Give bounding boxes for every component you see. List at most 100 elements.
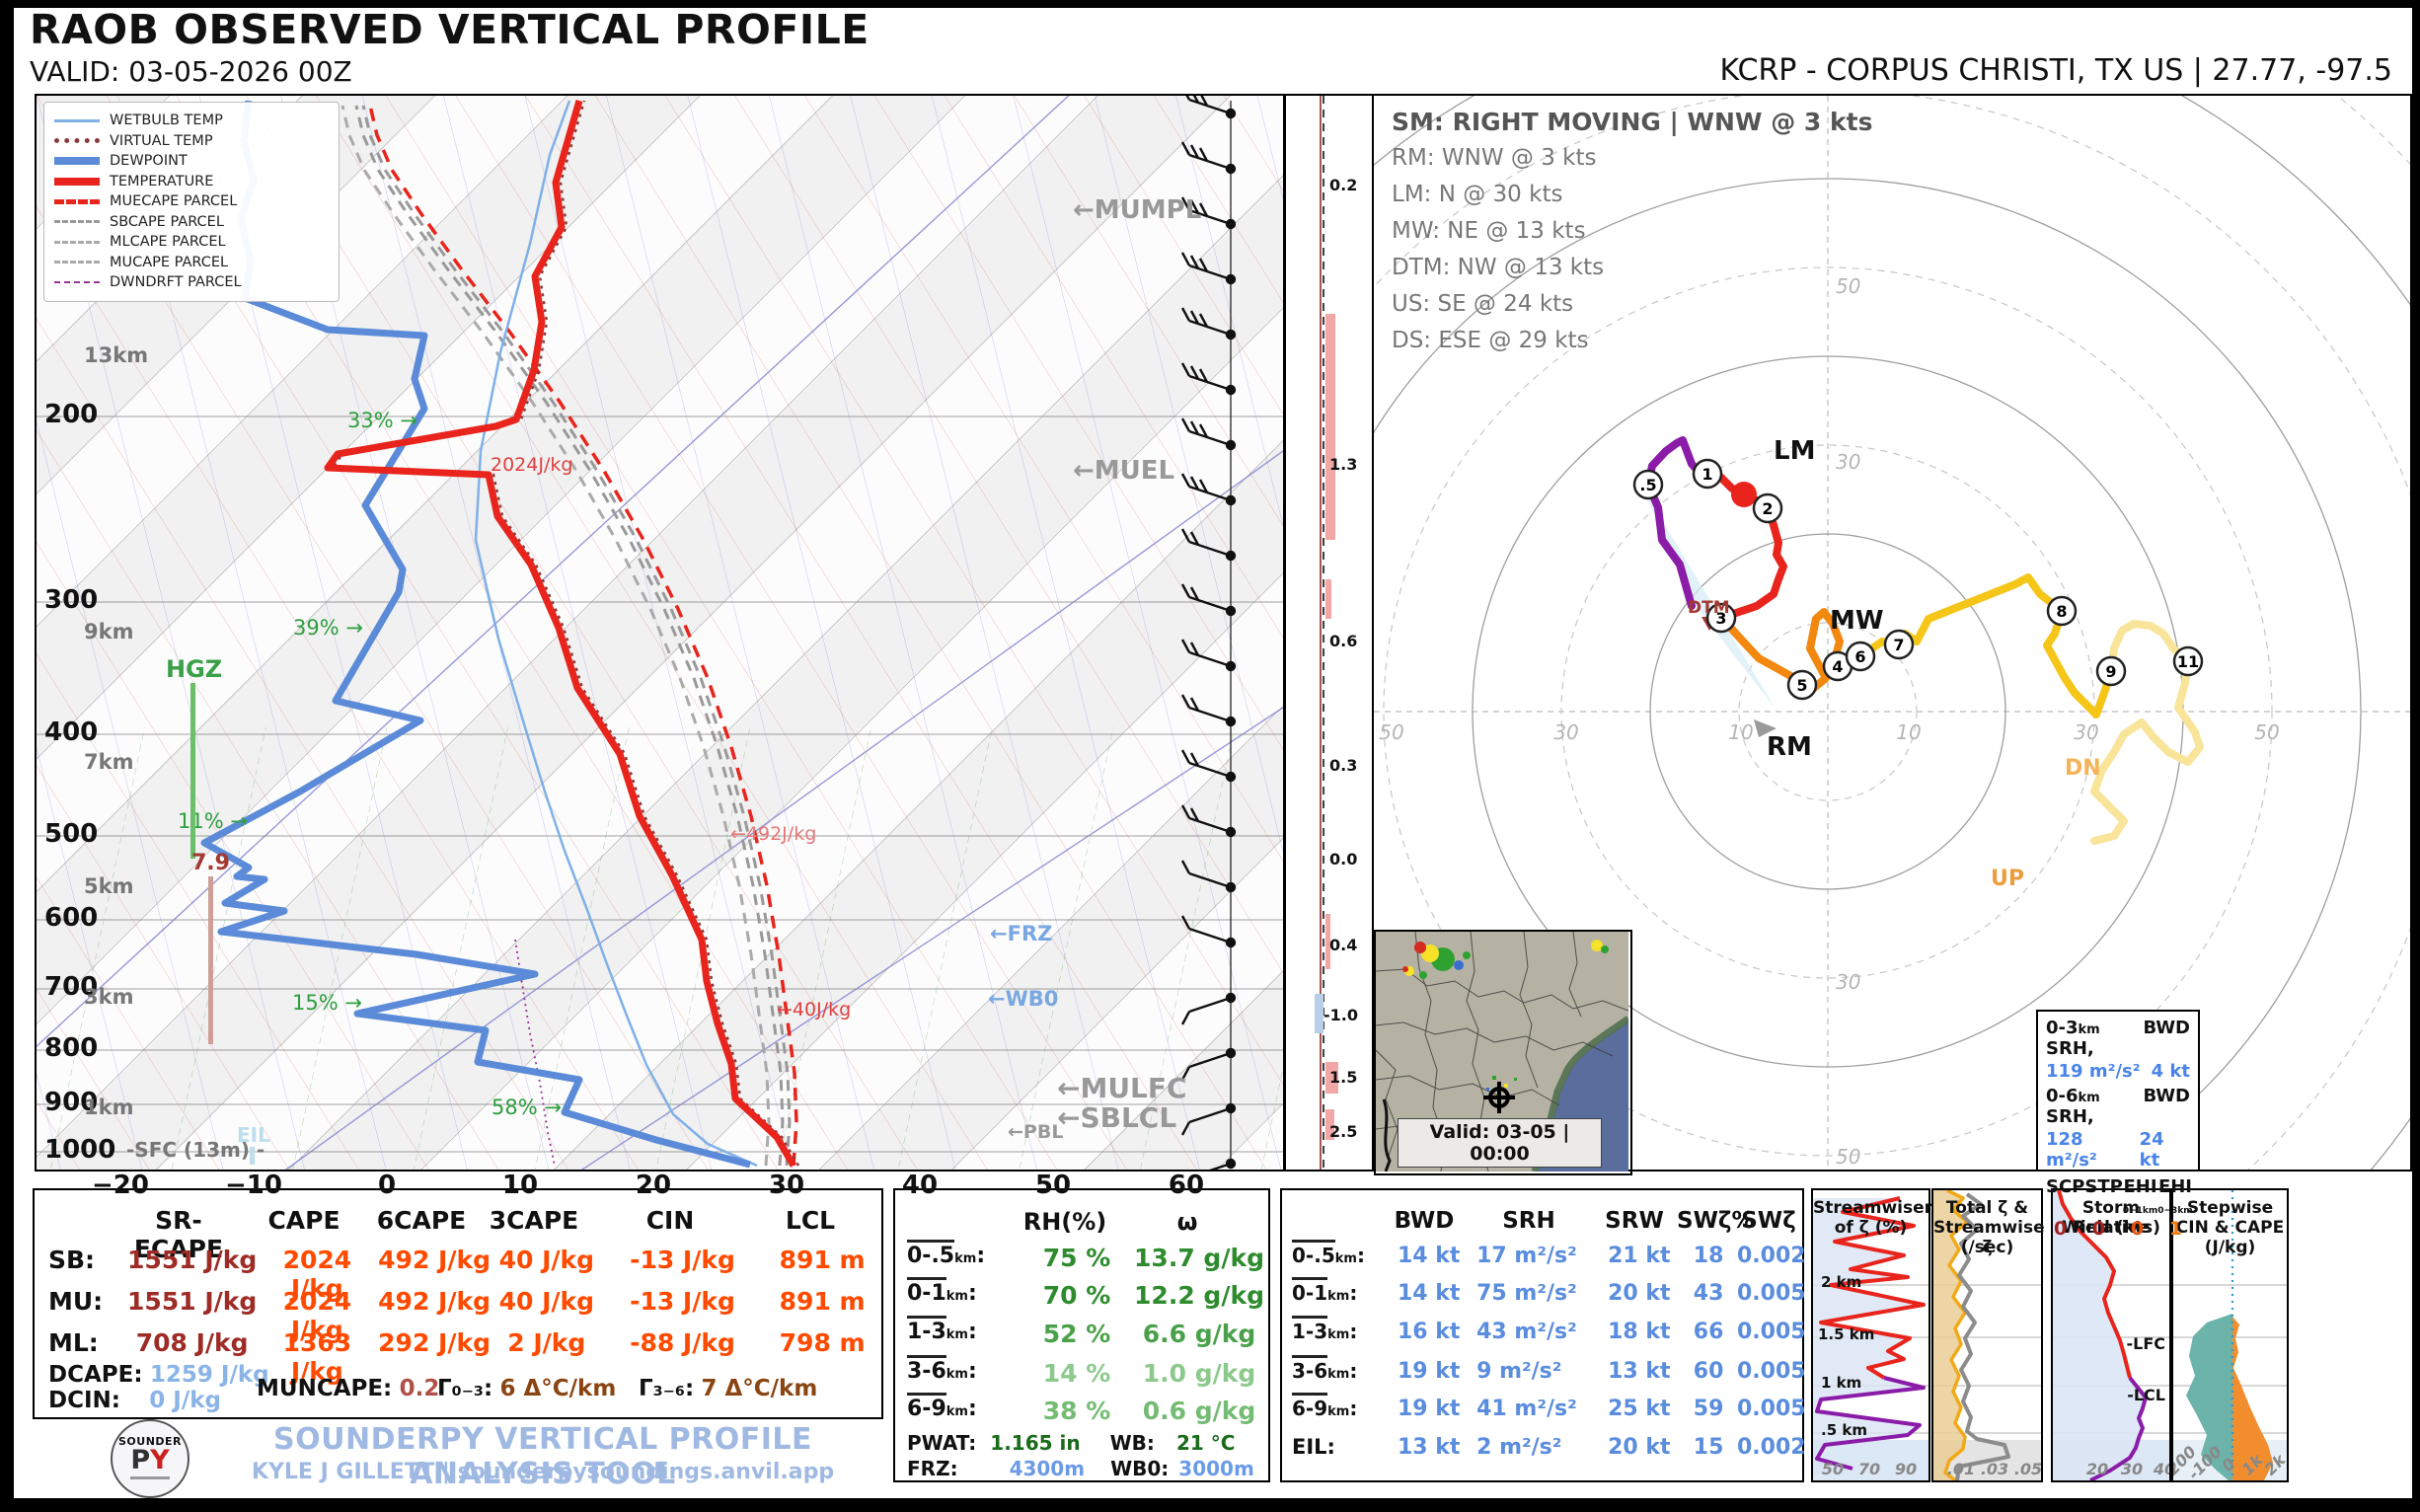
- x-tick: 50: [1822, 1460, 1844, 1478]
- legend-row: SBCAPE PARCEL: [54, 212, 329, 233]
- frz-row: FRZ: 4300m WB0: 3000m: [895, 1457, 1268, 1480]
- mumpl-label: ←MUMPL: [1073, 195, 1202, 225]
- omega-tick: 1.3: [1329, 455, 1358, 474]
- legend-label: TEMPERATURE: [110, 173, 214, 189]
- rh-annotation: 39% →: [293, 616, 363, 640]
- motion-line: US: SE @ 24 kts: [1392, 291, 1574, 317]
- sbcape-line-icon: [54, 220, 100, 224]
- thermo-table: SR-ECAPE CAPE 6CAPE 3CAPE CIN LCL SB: 15…: [33, 1188, 883, 1419]
- pwat-row: PWAT: 1.165 in WB: 21 °C: [895, 1431, 1268, 1455]
- cell: 43 m²/s²: [1476, 1320, 1577, 1344]
- motion-line: DTM: NW @ 13 kts: [1392, 255, 1605, 280]
- ring-label: 30: [1553, 720, 1578, 744]
- dcape-annotation: ←40J/kg: [777, 999, 852, 1021]
- legend-label: VIRTUAL TEMP: [110, 132, 213, 149]
- col-header: SWζ: [1741, 1208, 1796, 1234]
- legend-row: MUECAPE PARCEL: [54, 191, 329, 212]
- legend-label: MUCAPE PARCEL: [110, 254, 229, 270]
- rm-label: RM: [1767, 732, 1812, 762]
- legend-label: WETBULB TEMP: [110, 113, 223, 129]
- bwd-03-label: BWD: [2143, 1018, 2190, 1038]
- height-label: 3km: [84, 985, 134, 1009]
- pressure-tick: 800: [44, 1033, 99, 1063]
- srh-info-box: 0-3km SRH, BWD 119 m²/s² 4 kt 0-6km SRH, …: [2036, 1010, 2200, 1240]
- temp-tick: 30: [768, 1171, 805, 1200]
- rh-annotation: 11% →: [178, 809, 248, 833]
- pressure-tick: 200: [44, 400, 99, 429]
- srh-row-label: 0-6km SRH, BWD: [2046, 1086, 2190, 1127]
- station-title: KCRP - CORPUS CHRISTI, TX US | 27.77, -9…: [1719, 53, 2392, 88]
- height-marker: 4: [1832, 657, 1843, 676]
- map-valid-badge: Valid: 03-05 | 00:00: [1398, 1118, 1602, 1168]
- skewt-panel: WETBULB TEMP VIRTUAL TEMP DEWPOINT TEMPE…: [0, 45, 1285, 1191]
- composite-values: 0 0 0 1: [2046, 1218, 2190, 1240]
- mulfc-label: ←MULFC: [1057, 1072, 1187, 1104]
- height-label: 13km: [84, 343, 149, 367]
- hgz-label: HGZ: [166, 655, 223, 683]
- rh-value: 75 %: [1042, 1244, 1111, 1272]
- rh-header-row: RH(%) ω: [895, 1208, 1268, 1236]
- dcape-line: DCAPE: 1259 J/kg: [48, 1362, 269, 1388]
- sm-line: SM: RIGHT MOVING | WNW @ 3 kts: [1392, 108, 1873, 136]
- bwd-03-value: 4 kt: [2151, 1061, 2190, 1082]
- cell: 59: [1693, 1397, 1724, 1421]
- height-marker: 7: [1893, 636, 1904, 654]
- ring-label: 50: [1836, 1145, 1860, 1169]
- ring-label: 10: [1896, 720, 1921, 744]
- dewpoint-line-icon: [54, 157, 100, 166]
- ring-label: 30: [1836, 450, 1860, 474]
- valid-time: VALID: 03-05-2026 00Z: [30, 55, 352, 88]
- kin-row: 0-.5km: 14 kt 17 m²/s² 21 kt 18 0.002: [1282, 1240, 1806, 1268]
- dcin-line: DCIN: 0 J/kg: [48, 1388, 221, 1413]
- motion-line: MW: NE @ 13 kts: [1392, 218, 1586, 244]
- x-tick: 20: [2086, 1460, 2108, 1478]
- rh-value: 70 %: [1042, 1281, 1111, 1310]
- cell: 0.005: [1737, 1281, 1806, 1306]
- col-header: BWD: [1394, 1208, 1455, 1234]
- lcl-label: -LCL: [2127, 1386, 2165, 1404]
- temp-tick: 60: [1168, 1171, 1205, 1200]
- x-tick: .05: [2014, 1460, 2041, 1478]
- height-label: 7km: [84, 750, 134, 774]
- pressure-tick: 400: [44, 718, 99, 747]
- sblcl-label: ←SBLCL: [1057, 1101, 1177, 1134]
- storm-motion-block: SM: RIGHT MOVING | WNW @ 3 kts RM: WNW @…: [1392, 104, 1872, 359]
- cell: 17 m²/s²: [1476, 1244, 1577, 1268]
- composite-headers: SCP STP EHI 0−1km EHI 0−3km: [2046, 1176, 2193, 1218]
- legend-label: MUECAPE PARCEL: [110, 193, 238, 210]
- ring-label: 10: [1728, 720, 1753, 744]
- y-tick: 1 km: [1821, 1374, 1862, 1392]
- col-header: SWζ%: [1677, 1208, 1755, 1234]
- height-marker: 8: [2056, 602, 2067, 621]
- hodograph-height-markers: .5 1 2 3 4 5 6 7 8 9 11: [1632, 458, 2204, 701]
- dn-label: DN: [2065, 756, 2101, 781]
- x-tick: 70: [1858, 1460, 1880, 1478]
- cell: 15: [1693, 1435, 1724, 1460]
- wetbulb-line-icon: [54, 118, 100, 122]
- legend-row: VIRTUAL TEMP: [54, 131, 329, 152]
- rh-annotation: 15% →: [292, 991, 362, 1015]
- ring-label: 30: [1836, 970, 1860, 994]
- skewt-legend: WETBULB TEMP VIRTUAL TEMP DEWPOINT TEMPE…: [43, 102, 340, 302]
- cell: 14 kt: [1397, 1244, 1461, 1268]
- temp-tick: 50: [1034, 1171, 1072, 1200]
- cell: 19 kt: [1397, 1359, 1461, 1384]
- lm-label: LM: [1774, 436, 1815, 466]
- rh-annotation: 58% →: [492, 1096, 562, 1119]
- bwd-06-value: 24 kt: [2139, 1129, 2164, 1171]
- srh-row-label: 0-3km SRH, BWD: [2046, 1018, 2190, 1059]
- temp-tick: 10: [501, 1171, 539, 1200]
- legend-row: MLCAPE PARCEL: [54, 232, 329, 253]
- legend-row: DEWPOINT: [54, 151, 329, 172]
- omega-value: 0.6 g/kg: [1142, 1397, 1256, 1425]
- dgz-value: 7.9: [191, 851, 230, 875]
- cell: 13 kt: [1608, 1359, 1671, 1384]
- temp-tick: 0: [377, 1171, 397, 1200]
- legend-label: MLCAPE PARCEL: [110, 234, 226, 251]
- eil-label: EIL: [237, 1123, 270, 1147]
- legend-row: MUCAPE PARCEL: [54, 253, 329, 273]
- cell: 13 kt: [1397, 1435, 1461, 1460]
- footer-credit: KYLE J GILLETT | sounderpysoundings.anvi…: [251, 1460, 835, 1484]
- dcin-label: DCIN:: [48, 1388, 120, 1413]
- frame-top: [0, 0, 2420, 8]
